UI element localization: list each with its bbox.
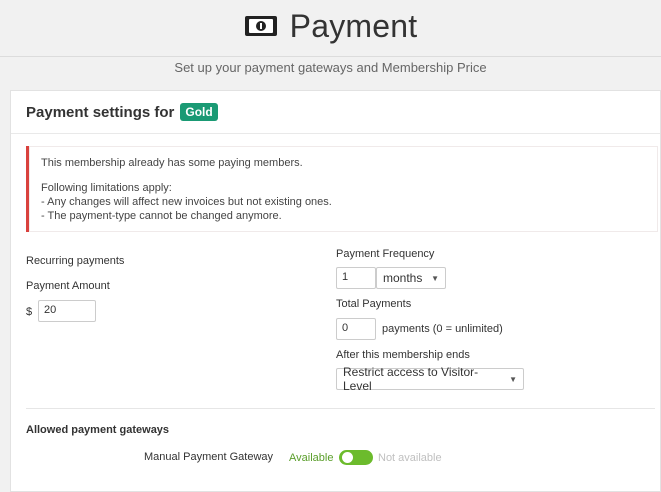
payment-type-label: Recurring payments	[26, 255, 125, 267]
payment-amount-label: Payment Amount	[26, 280, 110, 292]
gateway-not-available-label: Not available	[378, 452, 442, 464]
frequency-unit-value: months	[383, 271, 423, 285]
page-header: Payment	[0, 0, 661, 57]
gateway-toggle[interactable]	[339, 450, 373, 465]
after-membership-ends-value: Restrict access to Visitor-Level	[343, 365, 479, 393]
notice-line: Following limitations apply:	[41, 182, 172, 194]
page-title-text: Payment	[289, 7, 418, 44]
chevron-down-icon: ▼	[431, 273, 439, 283]
total-payments-label: Total Payments	[336, 298, 412, 310]
gateway-name: Manual Payment Gateway	[144, 451, 274, 463]
section-divider	[26, 408, 655, 409]
card-heading-label: Payment settings for	[26, 103, 175, 121]
currency-symbol: $	[26, 306, 33, 318]
card-divider	[11, 133, 660, 134]
payment-frequency-input[interactable]: 1	[336, 267, 376, 289]
notice-line: This membership already has some paying …	[41, 157, 303, 169]
payment-amount-input[interactable]: 20	[38, 300, 96, 322]
notice-line: - Any changes will affect new invoices b…	[41, 196, 332, 208]
payment-frequency-label: Payment Frequency	[336, 248, 435, 260]
after-membership-ends-label: After this membership ends	[336, 349, 470, 361]
toggle-knob	[342, 452, 353, 463]
gateway-available-label: Available	[289, 452, 334, 464]
membership-badge: Gold	[180, 103, 218, 121]
limitations-notice: This membership already has some paying …	[26, 146, 658, 232]
page-subtitle: Set up your payment gateways and Members…	[174, 60, 487, 75]
frequency-unit-select[interactable]: months ▼	[376, 267, 446, 289]
allowed-gateways-heading: Allowed payment gateways	[26, 424, 170, 436]
money-bill-icon	[244, 15, 278, 37]
total-payments-input[interactable]: 0	[336, 318, 376, 340]
notice-line: - The payment-type cannot be changed any…	[41, 210, 282, 222]
chevron-down-icon: ▼	[509, 374, 517, 384]
card-heading: Payment settings for Gold	[26, 103, 218, 121]
page-title: Payment	[0, 4, 661, 48]
payment-settings-card: Payment settings for Gold This membershi…	[10, 90, 661, 492]
total-payments-hint: payments (0 = unlimited)	[382, 323, 503, 335]
after-membership-ends-select[interactable]: Restrict access to Visitor-Level ▼	[336, 365, 524, 393]
